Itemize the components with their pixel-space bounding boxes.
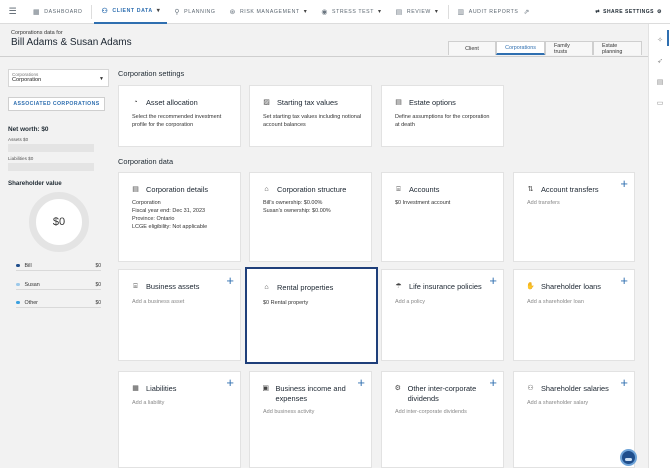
hand-money-icon: ✋ <box>526 283 535 290</box>
estate-options-card[interactable]: ▤ Estate options Define assumptions for t… <box>381 85 504 147</box>
tab-estate-planning[interactable]: Estate planning <box>593 41 642 55</box>
page-title: Bill Adams & Susan Adams <box>11 37 132 48</box>
tab-bar: Client Corporations Family trusts Estate… <box>448 41 642 55</box>
settings-section-title: Corporation settings <box>118 69 185 78</box>
associated-corporations-button[interactable]: ASSOCIATED CORPORATIONS <box>8 97 105 111</box>
shareholder-value-title: Shareholder value <box>8 180 62 187</box>
legend-dot <box>16 282 20 287</box>
assets-bar <box>8 144 94 152</box>
rocket-icon[interactable]: ➶ <box>655 57 665 67</box>
nav-planning[interactable]: ⚲ PLANNING <box>167 0 222 24</box>
salary-icon: ⚇ <box>527 385 534 392</box>
audit-reports-icon: ▥ <box>457 8 465 16</box>
data-section-title: Corporation data <box>118 157 174 166</box>
add-business-activity-plus-icon[interactable]: + <box>357 375 365 390</box>
page-subtitle: Corporations data for <box>11 30 63 36</box>
life-insurance-policies-card[interactable]: ☂ Life insurance policies Add a policy + <box>381 269 504 361</box>
nav-dashboard[interactable]: ▦ DASHBOARD <box>26 0 89 24</box>
umbrella-icon: ☂ <box>395 283 402 290</box>
pie-chart-icon: ◔ <box>133 99 138 106</box>
chevron-down-icon[interactable]: ▾ <box>378 8 382 15</box>
legend-item: Bill $0 <box>16 261 101 271</box>
add-business-asset-plus-icon[interactable]: + <box>226 273 234 288</box>
stress-test-icon: ◉ <box>321 8 329 16</box>
calculator-icon: ▦ <box>132 385 139 392</box>
review-icon: ▤ <box>395 8 403 16</box>
external-link-icon[interactable]: ⇗ <box>523 8 529 16</box>
shareholder-loans-card[interactable]: ✋ Shareholder loans Add a shareholder loa… <box>513 269 635 361</box>
legend-dot <box>16 263 20 268</box>
chevron-down-icon[interactable]: ▾ <box>304 8 308 15</box>
business-income-expenses-card[interactable]: ▣ Business income and expenses Add busine… <box>249 371 372 468</box>
assets-label: Assets $0 <box>8 137 29 142</box>
left-panel: Corporations Corporation ▼ ASSOCIATED CO… <box>0 57 110 468</box>
add-transfer-plus-icon[interactable]: + <box>620 176 628 191</box>
nav-separator <box>447 4 449 19</box>
nav-client-data[interactable]: ⚇ CLIENT DATA ▾ <box>94 0 168 24</box>
top-nav: ☰ ▦ DASHBOARD ⚇ CLIENT DATA ▾ ⚲ PLANNING ⊛ RI… <box>0 0 670 24</box>
asset-allocation-card[interactable]: ◔ Asset allocation Select the recommended… <box>118 85 241 147</box>
rail-active-indicator <box>667 30 669 46</box>
nav-separator <box>91 4 93 19</box>
share-settings-button[interactable]: ⇄ SHARE SETTINGS ⚙ <box>595 0 662 24</box>
chat-icon[interactable]: ▭ <box>655 99 665 109</box>
share-icon: ⇄ <box>595 9 601 15</box>
nav-risk-management[interactable]: ⊛ RISK MANAGEMENT ▾ <box>222 0 314 24</box>
inter-corporate-dividends-card[interactable]: ⚙ Other inter-corporate dividends Add int… <box>381 371 504 468</box>
nav-stress-test[interactable]: ◉ STRESS TEST ▾ <box>314 0 388 24</box>
store-icon: ⌸ <box>133 283 138 290</box>
chevron-down-icon[interactable]: ▾ <box>435 8 439 15</box>
add-salary-plus-icon[interactable]: + <box>620 375 628 390</box>
page-header: Corporations data for Bill Adams & Susan… <box>0 24 648 56</box>
lightbulb-icon[interactable]: ✧ <box>655 36 665 46</box>
chart-icon: ▨ <box>263 99 270 106</box>
liabilities-label: Liabilities $0 <box>8 156 34 161</box>
add-shareholder-loan-plus-icon[interactable]: + <box>620 273 628 288</box>
net-worth: Net worth: $0 <box>8 126 49 133</box>
notes-icon[interactable]: ▤ <box>655 78 665 88</box>
accounts-card[interactable]: ⌸ Accounts $0 Investment account <box>381 172 504 262</box>
business-assets-card[interactable]: ⌸ Business assets Add a business asset + <box>118 269 241 361</box>
corporation-details-card[interactable]: ▤ Corporation details Corporation Fiscal … <box>118 172 241 262</box>
shareholder-donut: $0 <box>29 192 89 252</box>
legend-item: Other $0 <box>16 298 101 308</box>
cash-icon: ▣ <box>262 385 270 392</box>
shareholder-salaries-card[interactable]: ⚇ Shareholder salaries Add a shareholder … <box>513 371 635 468</box>
liabilities-bar <box>8 163 94 171</box>
chevron-down-icon[interactable]: ▾ <box>157 7 161 14</box>
planning-icon: ⚲ <box>174 8 181 16</box>
account-transfers-card[interactable]: ⇅ Account transfers Add transfers + <box>513 172 635 262</box>
tab-client[interactable]: Client <box>448 41 496 55</box>
dividends-icon: ⚙ <box>394 385 401 392</box>
select-value: Corporation <box>12 77 42 83</box>
dashboard-icon: ▦ <box>33 8 41 16</box>
document-icon: ▤ <box>395 99 402 106</box>
chevron-down-icon: ▼ <box>99 76 104 82</box>
bank-icon: ⌸ <box>396 186 401 193</box>
building-icon: ⌂ <box>264 186 269 193</box>
corporation-structure-card[interactable]: ⌂ Corporation structure Bill's ownership:… <box>249 172 372 262</box>
gear-icon: ⚙ <box>657 9 662 15</box>
transfer-icon: ⇅ <box>527 186 534 193</box>
right-rail: ✧ ➶ ▤ ▭ <box>648 24 670 468</box>
document-icon: ▤ <box>132 186 139 193</box>
rental-properties-card[interactable]: ⌂ Rental properties $0 Rental property <box>245 267 378 364</box>
property-icon: ⌂ <box>264 284 269 291</box>
legend-dot <box>16 300 20 305</box>
add-policy-plus-icon[interactable]: + <box>489 273 497 288</box>
tab-corporations[interactable]: Corporations <box>496 41 545 55</box>
liabilities-card[interactable]: ▦ Liabilities Add a liability + <box>118 371 241 468</box>
nav-review[interactable]: ▤ REVIEW ▾ <box>389 0 446 24</box>
risk-icon: ⊛ <box>229 8 236 16</box>
starting-tax-values-card[interactable]: ▨ Starting tax values Set starting tax va… <box>249 85 372 147</box>
menu-icon[interactable]: ☰ <box>0 6 26 17</box>
corporation-select[interactable]: Corporations Corporation ▼ <box>8 69 109 87</box>
legend-item: Susan $0 <box>16 280 101 290</box>
help-chat-button[interactable] <box>620 449 637 466</box>
client-data-icon: ⚇ <box>101 7 109 15</box>
nav-audit-reports[interactable]: ▥ AUDIT REPORTS <box>451 0 526 24</box>
tab-family-trusts[interactable]: Family trusts <box>545 41 593 55</box>
add-dividends-plus-icon[interactable]: + <box>489 375 497 390</box>
add-liability-plus-icon[interactable]: + <box>226 375 234 390</box>
